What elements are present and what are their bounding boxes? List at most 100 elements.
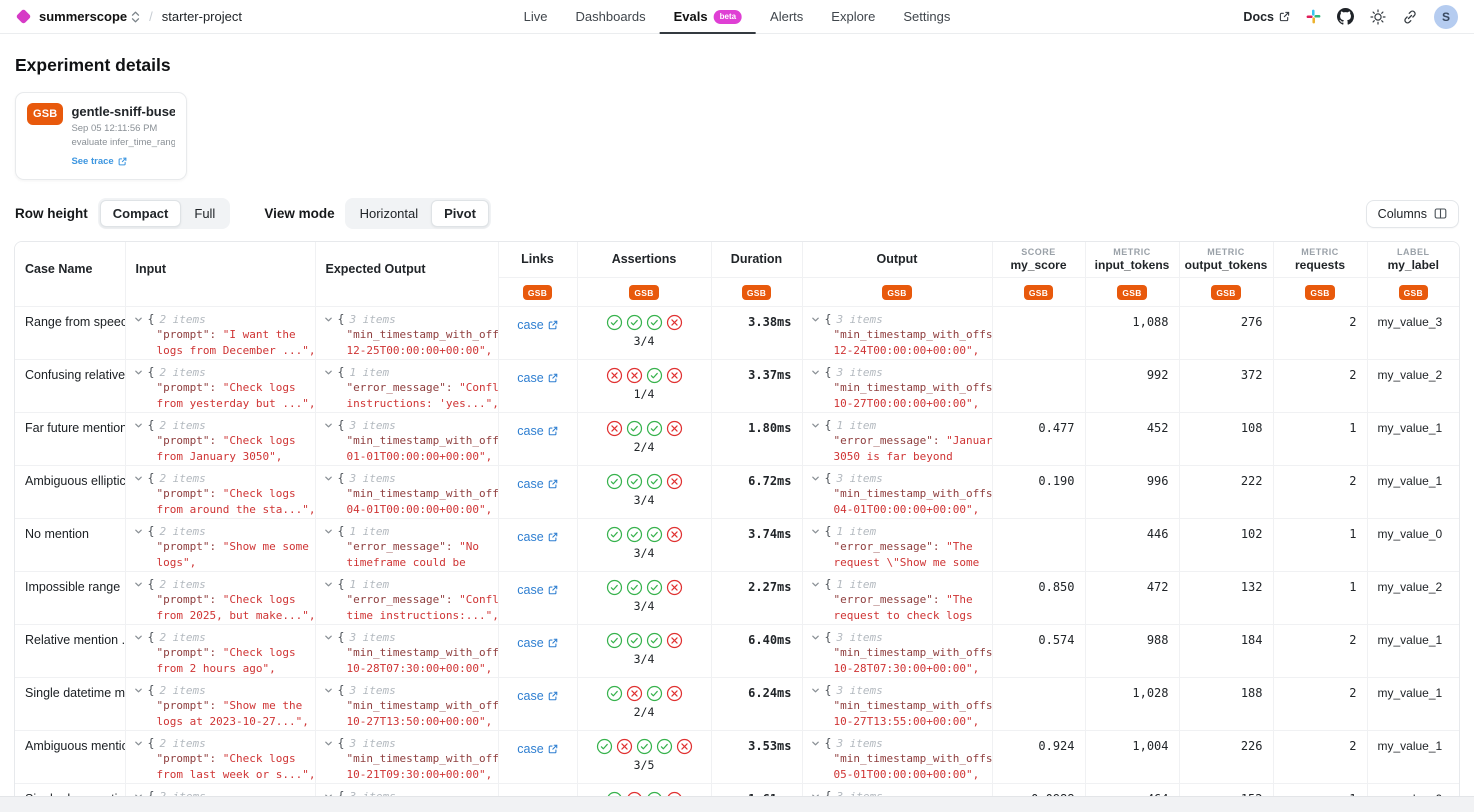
nav-item-explore[interactable]: Explore — [817, 0, 889, 34]
nav-item-alerts[interactable]: Alerts — [756, 0, 817, 34]
project-name[interactable]: starter-project — [162, 9, 242, 24]
input-cell[interactable]: {2 items"prompt": "Show me somelogs", — [125, 518, 315, 571]
row-height-full-button[interactable]: Full — [181, 200, 228, 227]
case-name-cell[interactable]: Single day mention — [15, 783, 125, 797]
input-cell[interactable]: {2 items"prompt": "Check logsfrom 2025, … — [125, 571, 315, 624]
input-cell[interactable]: {2 items"prompt": "Check logsfrom around… — [125, 465, 315, 518]
collapse-chevron-icon[interactable] — [134, 421, 143, 430]
nav-item-evals[interactable]: Evalsbeta — [660, 0, 756, 34]
case-name-cell[interactable]: Relative mention ... — [15, 624, 125, 677]
case-link[interactable]: case — [517, 318, 557, 332]
expected-output-cell[interactable]: {3 items"min_timestamp_with_offset"10-27… — [315, 677, 498, 730]
case-name-cell[interactable]: Impossible range — [15, 571, 125, 624]
output-cell[interactable]: {1 item"error_message": "Therequest \"Sh… — [802, 518, 992, 571]
input-cell[interactable]: {2 items"prompt": "I want thelogs from D… — [125, 306, 315, 359]
collapse-chevron-icon[interactable] — [134, 315, 143, 324]
expected-output-cell[interactable]: {3 items"min_timestamp_with_offset"05-08… — [315, 783, 498, 797]
table-row: Single datetime m... {2 items"prompt": "… — [15, 677, 1459, 730]
expected-output-cell[interactable]: {3 items"min_timestamp_with_offset"04-01… — [315, 465, 498, 518]
collapse-chevron-icon[interactable] — [324, 421, 333, 430]
expected-output-cell[interactable]: {3 items"min_timestamp_with_offset"12-25… — [315, 306, 498, 359]
experiment-card[interactable]: GSB gentle-sniff-buses Sep 05 12:11:56 P… — [15, 92, 187, 180]
collapse-chevron-icon[interactable] — [134, 686, 143, 695]
case-name-cell[interactable]: Ambiguous mention — [15, 730, 125, 783]
collapse-chevron-icon[interactable] — [134, 739, 143, 748]
case-link[interactable]: case — [517, 689, 557, 703]
input-cell[interactable]: {2 items"prompt": "Check logsfrom yester… — [125, 359, 315, 412]
share-link-icon[interactable] — [1402, 9, 1418, 25]
output-cell[interactable]: {3 items"min_timestamp_with_offset"05-01… — [802, 730, 992, 783]
collapse-chevron-icon[interactable] — [811, 421, 820, 430]
input-cell[interactable]: {2 items"prompt": "I want to seelogs fro… — [125, 783, 315, 797]
collapse-chevron-icon[interactable] — [134, 633, 143, 642]
expected-output-cell[interactable]: {3 items"min_timestamp_with_offset"01-01… — [315, 412, 498, 465]
org-name[interactable]: summerscope — [39, 9, 127, 24]
expected-output-cell[interactable]: {3 items"min_timestamp_with_offset"10-21… — [315, 730, 498, 783]
case-link[interactable]: case — [517, 583, 557, 597]
case-link[interactable]: case — [517, 742, 557, 756]
collapse-chevron-icon[interactable] — [134, 580, 143, 589]
case-name-cell[interactable]: Single datetime m... — [15, 677, 125, 730]
output-cell[interactable]: {3 items"min_timestamp_with_offset"10-27… — [802, 677, 992, 730]
theme-toggle-icon[interactable] — [1370, 9, 1386, 25]
collapse-chevron-icon[interactable] — [134, 527, 143, 536]
case-link[interactable]: case — [517, 424, 557, 438]
app-logo-icon[interactable] — [16, 9, 32, 25]
row-height-compact-button[interactable]: Compact — [100, 200, 182, 227]
view-mode-pivot-button[interactable]: Pivot — [431, 200, 489, 227]
case-link[interactable]: case — [517, 636, 557, 650]
columns-button[interactable]: Columns — [1366, 200, 1459, 228]
case-name-cell[interactable]: No mention — [15, 518, 125, 571]
collapse-chevron-icon[interactable] — [811, 527, 820, 536]
collapse-chevron-icon[interactable] — [324, 739, 333, 748]
collapse-chevron-icon[interactable] — [324, 527, 333, 536]
collapse-chevron-icon[interactable] — [324, 633, 333, 642]
case-name-cell[interactable]: Far future mention — [15, 412, 125, 465]
input-cell[interactable]: {2 items"prompt": "Check logsfrom Januar… — [125, 412, 315, 465]
output-cell[interactable]: {3 items"min_timestamp_with_offset"10-28… — [802, 624, 992, 677]
collapse-chevron-icon[interactable] — [324, 686, 333, 695]
case-link[interactable]: case — [517, 371, 557, 385]
view-mode-horizontal-button[interactable]: Horizontal — [347, 200, 432, 227]
case-name-cell[interactable]: Ambiguous elliptic... — [15, 465, 125, 518]
nav-item-dashboards[interactable]: Dashboards — [562, 0, 660, 34]
see-trace-link[interactable]: See trace — [71, 156, 126, 167]
output-cell[interactable]: {1 item"error_message": "Therequest to c… — [802, 571, 992, 624]
output-cell[interactable]: {1 item"error_message": "January3050 is … — [802, 412, 992, 465]
collapse-chevron-icon[interactable] — [324, 580, 333, 589]
github-icon[interactable] — [1337, 8, 1354, 25]
case-link[interactable]: case — [517, 477, 557, 491]
collapse-chevron-icon[interactable] — [324, 315, 333, 324]
input-cell[interactable]: {2 items"prompt": "Check logsfrom 2 hour… — [125, 624, 315, 677]
slack-icon[interactable] — [1306, 9, 1321, 24]
collapse-chevron-icon[interactable] — [134, 368, 143, 377]
collapse-chevron-icon[interactable] — [811, 633, 820, 642]
collapse-chevron-icon[interactable] — [324, 474, 333, 483]
docs-link[interactable]: Docs — [1243, 10, 1290, 24]
collapse-chevron-icon[interactable] — [134, 474, 143, 483]
expected-output-cell[interactable]: {1 item"error_message": "Conflictiinstru… — [315, 359, 498, 412]
case-name-cell[interactable]: Confusing relative... — [15, 359, 125, 412]
input-cell[interactable]: {2 items"prompt": "Show me thelogs at 20… — [125, 677, 315, 730]
expected-output-cell[interactable]: {1 item"error_message": "Notimeframe cou… — [315, 518, 498, 571]
collapse-chevron-icon[interactable] — [811, 315, 820, 324]
output-cell[interactable]: {3 items"min_timestamp_with_offset"05-08… — [802, 783, 992, 797]
collapse-chevron-icon[interactable] — [811, 474, 820, 483]
output-cell[interactable]: {3 items"min_timestamp_with_offset"12-24… — [802, 306, 992, 359]
expected-output-cell[interactable]: {3 items"min_timestamp_with_offset"10-28… — [315, 624, 498, 677]
nav-item-settings[interactable]: Settings — [889, 0, 964, 34]
avatar[interactable]: S — [1434, 5, 1458, 29]
collapse-chevron-icon[interactable] — [811, 580, 820, 589]
case-link[interactable]: case — [517, 530, 557, 544]
collapse-chevron-icon[interactable] — [811, 739, 820, 748]
expected-output-cell[interactable]: {1 item"error_message": "Conflict:time i… — [315, 571, 498, 624]
input-cell[interactable]: {2 items"prompt": "Check logsfrom last w… — [125, 730, 315, 783]
nav-item-live[interactable]: Live — [510, 0, 562, 34]
collapse-chevron-icon[interactable] — [811, 686, 820, 695]
collapse-chevron-icon[interactable] — [811, 368, 820, 377]
output-cell[interactable]: {3 items"min_timestamp_with_offset"10-27… — [802, 359, 992, 412]
case-name-cell[interactable]: Range from speech — [15, 306, 125, 359]
output-cell[interactable]: {3 items"min_timestamp_with_offset"04-01… — [802, 465, 992, 518]
org-switcher-icon[interactable] — [131, 10, 140, 24]
collapse-chevron-icon[interactable] — [324, 368, 333, 377]
